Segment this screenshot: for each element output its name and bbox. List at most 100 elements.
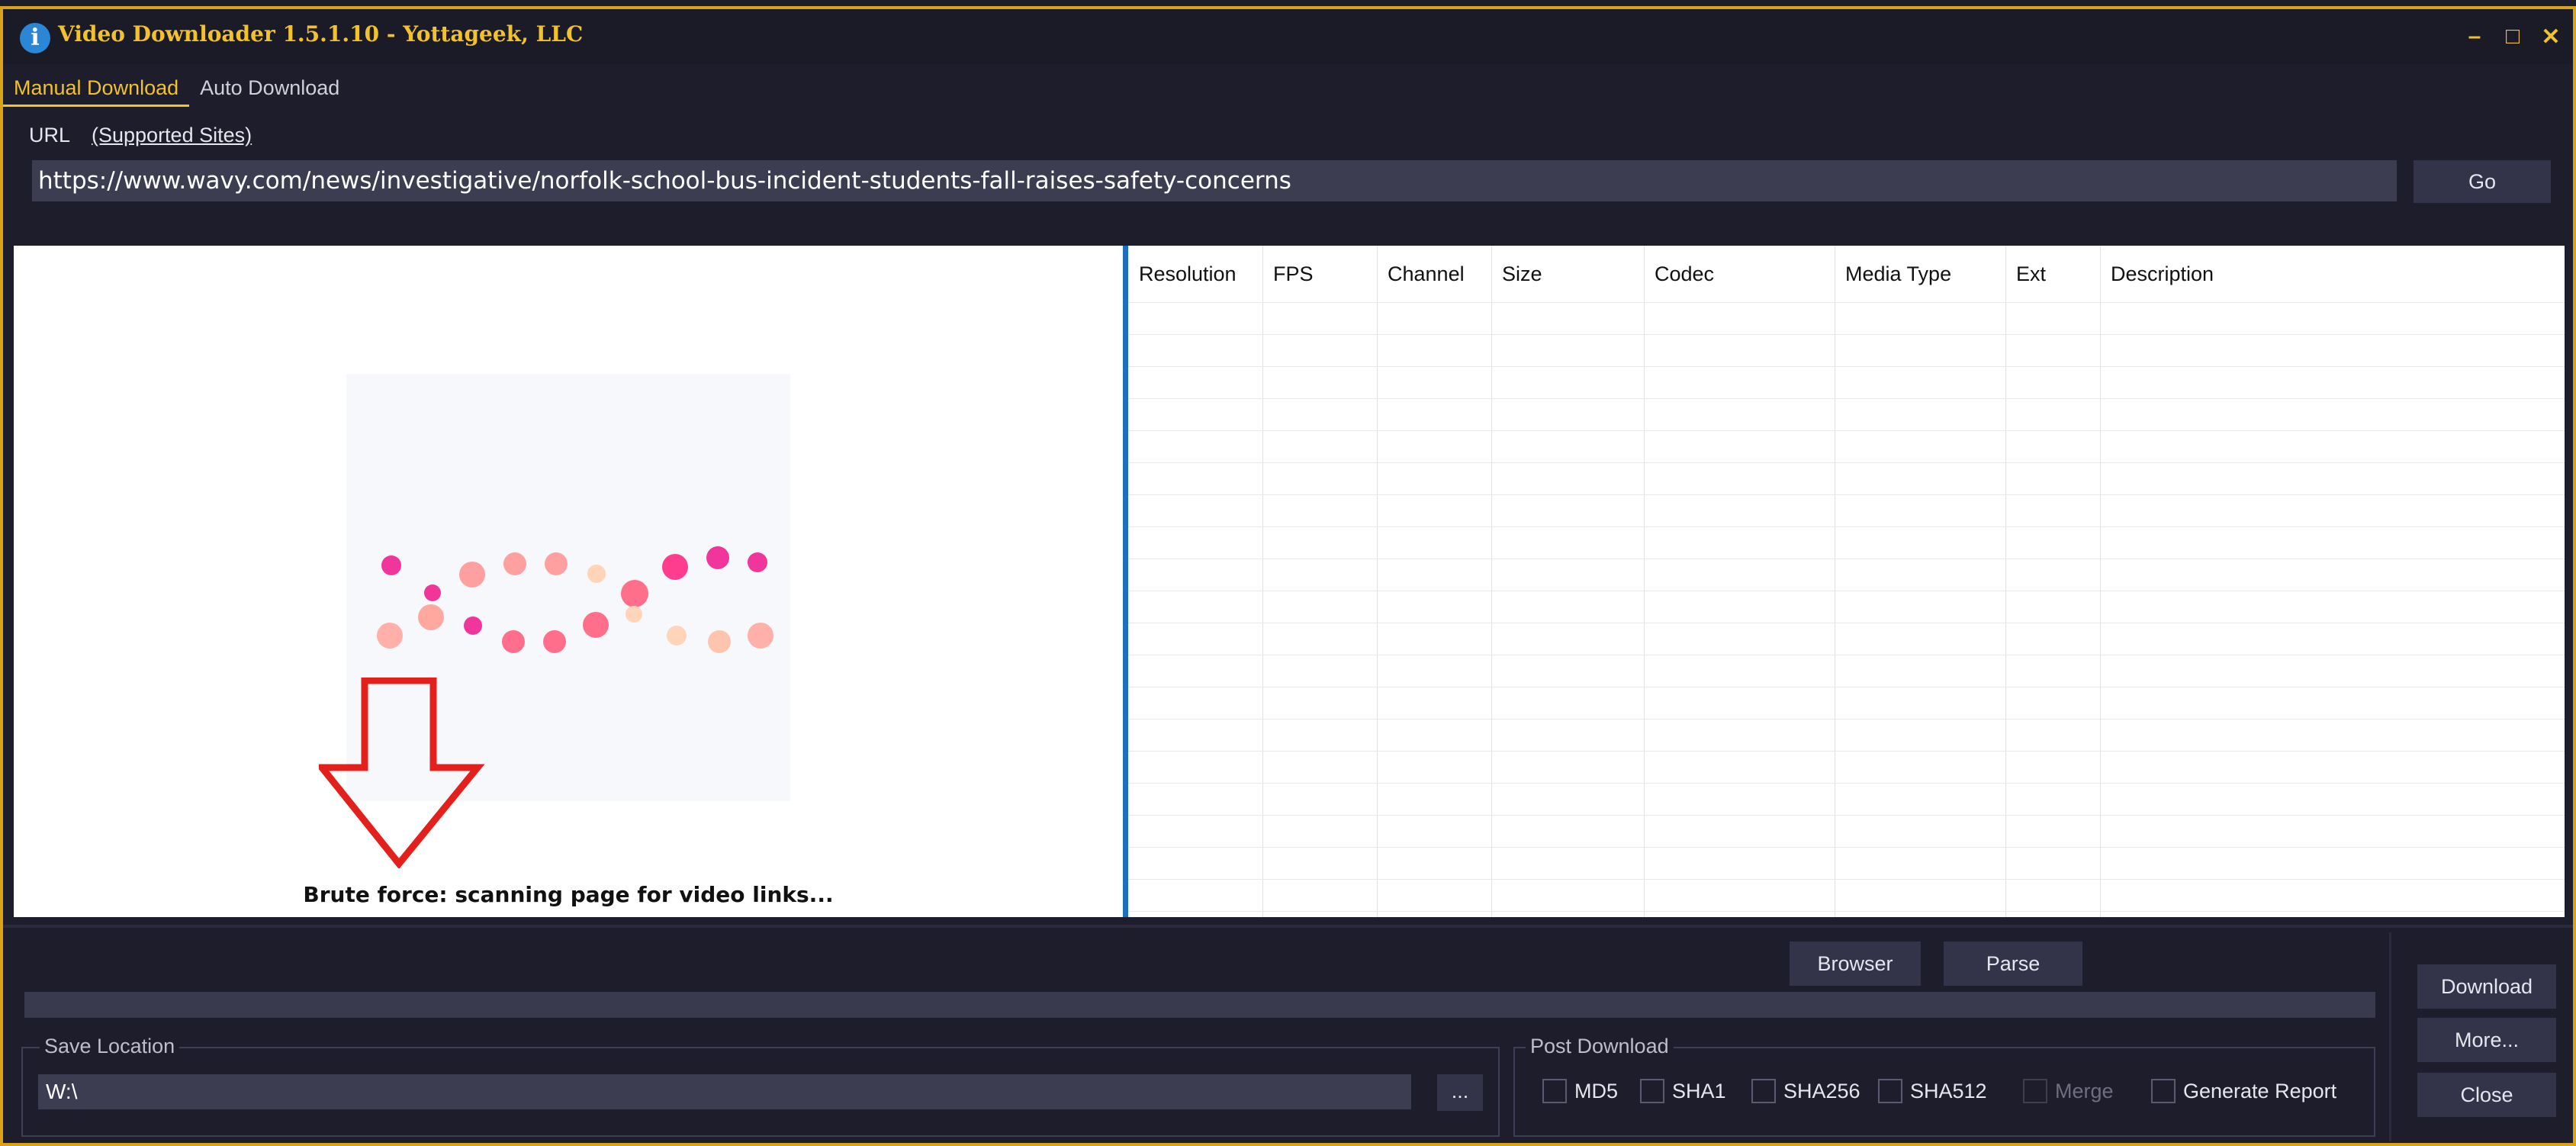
row-divider <box>1128 879 2565 880</box>
checkbox-box[interactable] <box>1751 1079 1776 1103</box>
column-header-fps[interactable]: FPS <box>1273 262 1314 286</box>
column-header-description[interactable]: Description <box>2111 262 2214 286</box>
loader-dot <box>662 554 688 580</box>
row-divider <box>1128 847 2565 848</box>
formats-table: Resolution FPS Channel Size Codec Media … <box>1128 246 2565 917</box>
pane-splitter[interactable] <box>1123 246 1128 917</box>
row-divider <box>1128 462 2565 463</box>
loader-dot <box>587 565 606 583</box>
maximize-icon[interactable]: □ <box>2501 24 2524 50</box>
sha1-checkbox[interactable]: SHA1 <box>1640 1079 1726 1103</box>
loader-dot <box>621 580 648 607</box>
url-input[interactable]: https://www.wavy.com/news/investigative/… <box>32 160 2397 201</box>
row-divider <box>1128 815 2565 816</box>
download-button[interactable]: Download <box>2417 964 2556 1009</box>
post-download-group: Post Download MD5 SHA1 SHA256 SHA512 Mer… <box>1513 1035 2375 1137</box>
loader-dot <box>543 630 566 653</box>
tab-auto-download[interactable]: Auto Download <box>189 69 350 107</box>
sha256-label: SHA256 <box>1783 1079 1860 1103</box>
bottom-separator <box>3 925 2573 928</box>
checkbox-box[interactable] <box>1542 1079 1567 1103</box>
loader-dot <box>424 584 441 601</box>
md5-checkbox[interactable]: MD5 <box>1542 1079 1618 1103</box>
close-button[interactable]: Close <box>2417 1073 2556 1117</box>
tab-manual-download[interactable]: Manual Download <box>3 69 190 107</box>
window-controls: – □ ✕ <box>2463 18 2562 55</box>
save-location-group: Save Location W:\ ... <box>21 1035 1500 1137</box>
sha512-label: SHA512 <box>1910 1079 1987 1103</box>
row-divider <box>1128 398 2565 399</box>
checkbox-box[interactable] <box>1878 1079 1902 1103</box>
generate-report-label: Generate Report <box>2183 1079 2337 1103</box>
browser-button[interactable]: Browser <box>1790 942 1921 986</box>
column-divider <box>1262 246 1263 917</box>
loader-dot <box>706 546 729 569</box>
loader-dot <box>583 612 609 638</box>
window-title: Video Downloader 1.5.1.10 - Yottageek, L… <box>58 21 584 47</box>
merge-checkbox: Merge <box>2023 1079 2114 1103</box>
title-bar[interactable]: i Video Downloader 1.5.1.10 - Yottageek,… <box>3 9 2573 64</box>
column-header-media-type[interactable]: Media Type <box>1845 262 1951 286</box>
scan-status-text: Brute force: scanning page for video lin… <box>303 882 834 907</box>
row-divider <box>1128 430 2565 431</box>
actions-separator <box>2389 932 2391 1141</box>
loader-dot <box>502 630 525 653</box>
tab-bar: Manual Download Auto Download <box>3 69 350 107</box>
column-header-size[interactable]: Size <box>1502 262 1542 286</box>
loader-dot <box>708 630 731 653</box>
row-divider <box>1128 366 2565 367</box>
sha512-checkbox[interactable]: SHA512 <box>1878 1079 1987 1103</box>
red-down-arrow-icon <box>319 678 485 868</box>
browse-folder-button[interactable]: ... <box>1437 1074 1483 1111</box>
column-header-codec[interactable]: Codec <box>1655 262 1714 286</box>
merge-label: Merge <box>2055 1079 2114 1103</box>
table-header: Resolution FPS Channel Size Codec Media … <box>1128 246 2565 302</box>
loader-dot <box>626 606 642 623</box>
column-header-channel[interactable]: Channel <box>1388 262 1465 286</box>
info-icon: i <box>20 23 50 53</box>
post-download-legend: Post Download <box>1526 1035 1674 1058</box>
generate-report-checkbox[interactable]: Generate Report <box>2151 1079 2336 1103</box>
checkbox-box <box>2023 1079 2047 1103</box>
preview-pane: Brute force: scanning page for video lin… <box>14 246 1123 917</box>
loader-dot <box>459 562 485 587</box>
sha256-checkbox[interactable]: SHA256 <box>1751 1079 1860 1103</box>
parse-button[interactable]: Parse <box>1944 942 2082 986</box>
app-window: i Video Downloader 1.5.1.10 - Yottageek,… <box>0 6 2576 1146</box>
column-divider <box>1491 246 1492 917</box>
go-button[interactable]: Go <box>2414 160 2551 203</box>
checkbox-box[interactable] <box>2151 1079 2176 1103</box>
loader-dot <box>503 552 526 575</box>
column-divider <box>1377 246 1378 917</box>
supported-sites-link[interactable]: (Supported Sites) <box>92 124 252 147</box>
row-divider <box>1128 494 2565 495</box>
loader-dot <box>748 552 767 572</box>
row-divider <box>1128 783 2565 784</box>
column-header-resolution[interactable]: Resolution <box>1139 262 1237 286</box>
loader-dot <box>381 555 401 575</box>
progress-bar <box>24 992 2375 1018</box>
row-divider <box>1128 911 2565 912</box>
minimize-icon[interactable]: – <box>2463 24 2486 50</box>
save-location-legend: Save Location <box>40 1035 180 1058</box>
checkbox-box[interactable] <box>1640 1079 1664 1103</box>
md5-label: MD5 <box>1574 1079 1619 1103</box>
loader-dot <box>464 616 482 635</box>
row-divider <box>1128 526 2565 527</box>
loader-dot <box>667 626 687 645</box>
column-header-ext[interactable]: Ext <box>2016 262 2046 286</box>
column-divider <box>1644 246 1645 917</box>
loader-dot <box>545 552 568 575</box>
url-label: URL <box>29 124 71 146</box>
row-divider <box>1128 334 2565 335</box>
loader-dot <box>377 623 403 649</box>
save-path-input[interactable]: W:\ <box>38 1074 1411 1109</box>
more-button[interactable]: More... <box>2417 1018 2556 1062</box>
loader-dot <box>748 623 773 649</box>
row-divider <box>1128 302 2565 303</box>
row-divider <box>1128 751 2565 752</box>
sha1-label: SHA1 <box>1672 1079 1726 1103</box>
loader-dot <box>418 604 444 630</box>
column-divider <box>2005 246 2006 917</box>
close-icon[interactable]: ✕ <box>2539 24 2562 50</box>
